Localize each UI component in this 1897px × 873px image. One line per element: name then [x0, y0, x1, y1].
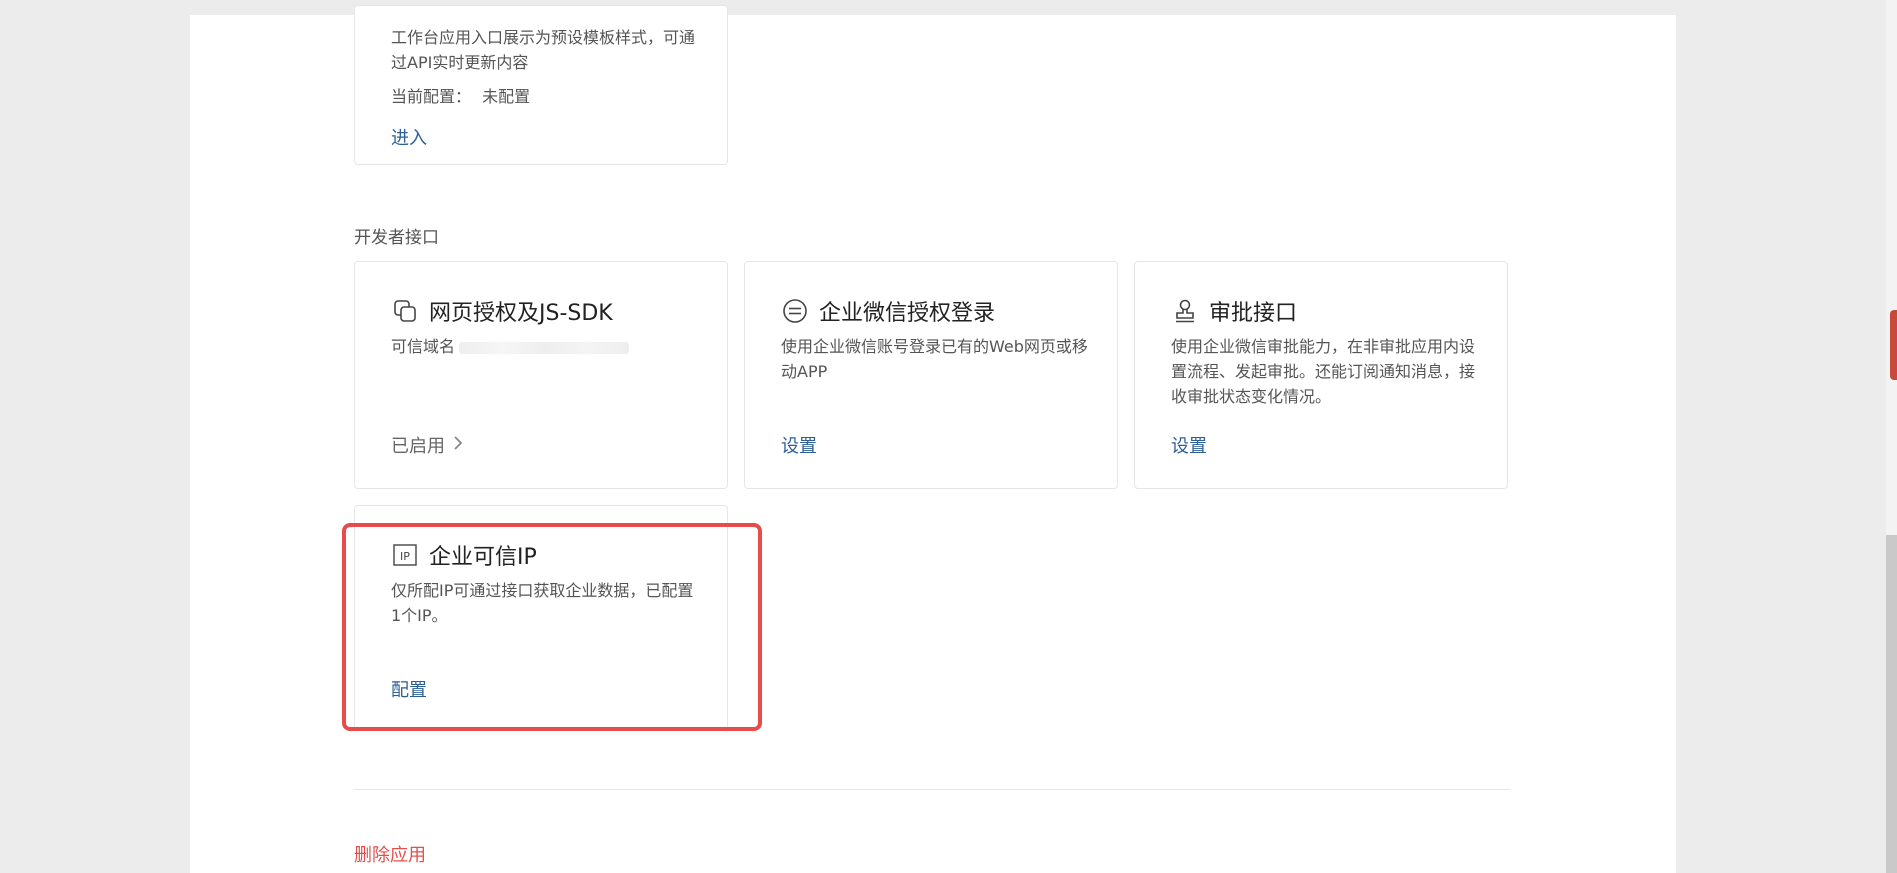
card-title: 企业微信授权登录	[781, 296, 995, 326]
divider	[354, 789, 1510, 790]
card-title-text: 审批接口	[1209, 301, 1298, 326]
card-title-text: 网页授权及JS-SDK	[429, 301, 613, 326]
card-approval-api: 审批接口 使用企业微信审批能力，在非审批应用内设置流程、发起审批。还能订阅通知消…	[1134, 261, 1508, 489]
enabled-label: 已启用	[391, 436, 445, 457]
svg-text:IP: IP	[400, 550, 410, 563]
workbench-config: 当前配置： 未配置	[391, 83, 530, 107]
configure-link[interactable]: 配置	[391, 676, 427, 702]
stamp-icon	[1171, 297, 1199, 325]
delete-app-link[interactable]: 删除应用	[354, 841, 426, 867]
section-title: 开发者接口	[354, 228, 439, 248]
chevron-right-icon	[453, 435, 463, 456]
card-title-text: 企业可信IP	[429, 545, 537, 570]
main-panel: 工作台应用入口展示为预设模板样式，可通过API实时更新内容 当前配置： 未配置 …	[190, 5, 1676, 873]
enabled-link[interactable]: 已启用	[391, 432, 463, 458]
config-value: 未配置	[482, 87, 531, 106]
settings-link[interactable]: 设置	[1171, 432, 1207, 458]
ip-icon: IP	[391, 541, 419, 569]
workbench-card: 工作台应用入口展示为预设模板样式，可通过API实时更新内容 当前配置： 未配置 …	[354, 5, 728, 165]
scrollbar-thumb[interactable]	[1886, 535, 1897, 873]
copy-icon	[391, 297, 419, 325]
config-label: 当前配置：	[391, 87, 472, 106]
card-desc: 使用企业微信审批能力，在非审批应用内设置流程、发起审批。还能订阅通知消息，接收审…	[1171, 337, 1476, 406]
card-title: IP 企业可信IP	[391, 540, 537, 570]
enter-link[interactable]: 进入	[391, 124, 427, 150]
card-title: 网页授权及JS-SDK	[391, 296, 613, 326]
card-title-text: 企业微信授权登录	[819, 301, 996, 326]
card-desc: 仅所配IP可通过接口获取企业数据，已配置1个IP。	[391, 581, 694, 625]
equal-circle-icon	[781, 297, 809, 325]
card-web-auth-jssdk: 网页授权及JS-SDK 可信域名 已启用	[354, 261, 728, 489]
card-title: 审批接口	[1171, 296, 1297, 326]
side-float-handle[interactable]	[1890, 310, 1897, 380]
card-desc: 使用企业微信账号登录已有的Web网页或移动APP	[781, 337, 1088, 381]
settings-link[interactable]: 设置	[781, 432, 817, 458]
workbench-card-desc: 工作台应用入口展示为预设模板样式，可通过API实时更新内容	[391, 28, 696, 72]
card-wecom-auth-login: 企业微信授权登录 使用企业微信账号登录已有的Web网页或移动APP 设置	[744, 261, 1118, 489]
blurred-domain	[459, 341, 630, 354]
card-desc: 可信域名	[391, 334, 701, 359]
trusted-domain-label: 可信域名	[391, 337, 456, 356]
card-trusted-ip: IP 企业可信IP 仅所配IP可通过接口获取企业数据，已配置1个IP。 配置	[354, 505, 728, 733]
